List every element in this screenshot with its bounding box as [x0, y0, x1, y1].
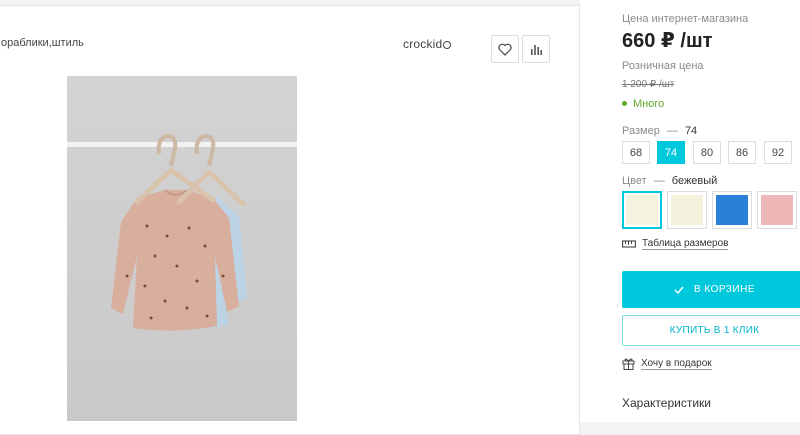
retail-price: 1 200 ₽ /шт [622, 79, 675, 90]
brand-mark-icon [443, 41, 452, 49]
size-table-label: Таблица размеров [642, 238, 729, 250]
bar-chart-icon [531, 45, 542, 55]
product-gallery-card: ораблики,штиль crockid [0, 5, 580, 435]
check-icon [674, 286, 684, 294]
gift-label: Хочу в подарок [641, 357, 712, 370]
swatch-fill [761, 195, 793, 225]
size-option-80[interactable]: 80 [693, 141, 721, 164]
color-swatch-blue[interactable] [712, 191, 752, 229]
color-swatch-pink[interactable] [757, 191, 797, 229]
color-swatch-cream[interactable] [667, 191, 707, 229]
compare-button[interactable] [522, 35, 550, 63]
swatch-fill [671, 195, 703, 225]
size-option-86[interactable]: 86 [728, 141, 756, 164]
size-table-link[interactable]: Таблица размеров [622, 238, 729, 250]
retail-price-label: Розничная цена [622, 60, 704, 72]
features-heading[interactable]: Характеристики [622, 396, 711, 410]
brand-name: crockid [403, 37, 443, 51]
brand-logo[interactable]: crockid [403, 37, 452, 51]
product-title-fragment: ораблики,штиль [1, 37, 84, 49]
color-dash: — [653, 175, 665, 187]
swatch-fill [626, 195, 658, 225]
color-swatch-beige[interactable] [622, 191, 662, 229]
color-label: Цвет [622, 175, 647, 187]
stock-status: Много [622, 98, 664, 110]
size-option-92[interactable]: 92 [764, 141, 792, 164]
favorite-button[interactable] [491, 35, 519, 63]
size-label-row: Размер — 74 [622, 125, 697, 137]
size-label: Размер [622, 125, 660, 137]
online-price-label: Цена интернет-магазина [622, 13, 749, 25]
size-option-68[interactable]: 68 [622, 141, 650, 164]
online-price: 660 ₽ /шт [622, 30, 713, 52]
product-purchase-panel: Цена интернет-магазина 660 ₽ /шт Розничн… [580, 0, 800, 422]
gift-icon [622, 358, 635, 370]
stock-dot-icon [622, 101, 627, 106]
size-option-74[interactable]: 74 [657, 141, 685, 164]
size-dash: — [666, 125, 678, 137]
color-label-row: Цвет — бежевый [622, 175, 717, 187]
in-cart-label: В КОРЗИНЕ [693, 284, 755, 295]
product-photo[interactable] [67, 76, 297, 421]
heart-icon [498, 43, 512, 56]
color-selected: бежевый [671, 175, 718, 187]
buy-one-click-button[interactable]: КУПИТЬ В 1 КЛИК [622, 315, 800, 346]
size-selected: 74 [684, 125, 698, 137]
swatch-fill [716, 195, 748, 225]
product-photo-image [67, 76, 297, 421]
stock-text: Много [633, 98, 665, 110]
gift-link[interactable]: Хочу в подарок [622, 357, 712, 370]
ruler-icon [622, 240, 636, 248]
in-cart-button[interactable]: В КОРЗИНЕ [622, 271, 800, 308]
